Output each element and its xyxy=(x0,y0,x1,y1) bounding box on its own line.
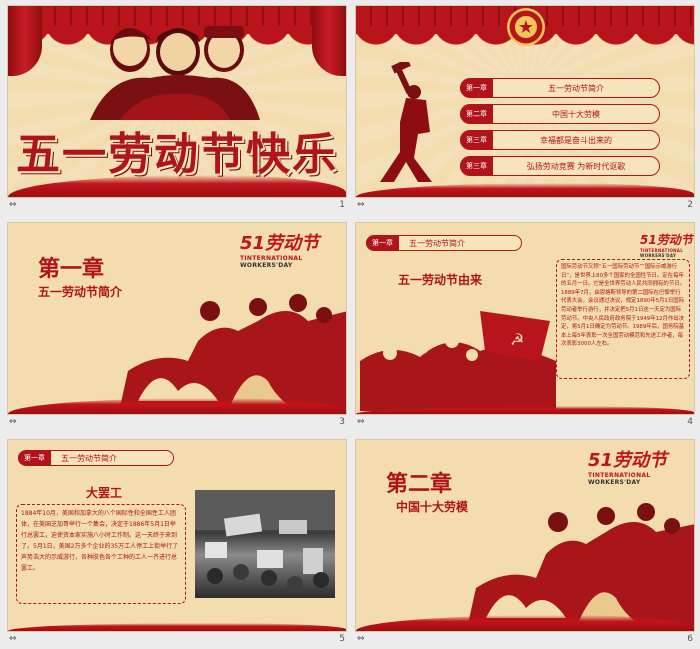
slide-number: 4 xyxy=(687,417,693,427)
menu-item-4[interactable]: 第三章 弘扬劳动竞赛 为新时代讴歌 xyxy=(460,156,660,176)
workers-day-logo: 51劳动节 TINTERNATIONAL WORKERS'DAY xyxy=(640,231,694,258)
star-emblem-icon: ★ xyxy=(507,8,545,46)
section-heading: 大罢工 xyxy=(86,486,123,500)
menu-item-text: 五一劳动节简介 xyxy=(548,83,604,93)
menu-item-2[interactable]: 第二章 中国十大劳模 xyxy=(460,104,660,124)
red-ribbon-ground xyxy=(356,615,694,631)
transition-icon[interactable]: ⇔ xyxy=(357,200,365,210)
chapter-title: 第一章 xyxy=(38,256,105,282)
slide-footer-2: ⇔ 2 xyxy=(355,199,695,215)
red-ribbon-ground xyxy=(8,623,346,631)
transition-icon[interactable]: ⇔ xyxy=(9,417,17,427)
slide-footer-1: ⇔ 1 xyxy=(7,199,347,215)
logo-sub-2: WORKERS'DAY xyxy=(240,262,293,269)
chapter-label: 第三章 xyxy=(460,157,493,175)
logo-main: 51劳动节 xyxy=(588,450,668,471)
logo-sub-2: WORKERS'DAY xyxy=(640,253,677,258)
section-tag-text: 五一劳动节简介 xyxy=(409,238,465,248)
chapter-label: 第二章 xyxy=(460,105,493,123)
slide-number: 2 xyxy=(687,200,693,210)
menu-item-text: 幸福都是奋斗出来的 xyxy=(540,135,612,145)
logo-sub-1: TINTERNATIONAL xyxy=(588,472,651,479)
logo-sub-2: WORKERS'DAY xyxy=(588,479,641,486)
chapter-label: 第一章 xyxy=(460,79,493,97)
chapter-title: 第二章 xyxy=(386,471,453,497)
chapter-label: 第一章 xyxy=(366,236,399,250)
marching-workers-illustration xyxy=(466,503,694,631)
slide-thumbnail-1[interactable]: 五一劳动节快乐 xyxy=(7,5,347,198)
menu-item-3[interactable]: 第三章 幸福都是奋斗出来的 xyxy=(460,130,660,150)
workers-day-logo: 51劳动节 TINTERNATIONAL WORKERS'DAY xyxy=(588,446,694,486)
slide-thumbnail-3[interactable]: 51劳动节 TINTERNATIONAL WORKERS'DAY 第一章 五一劳… xyxy=(7,222,347,415)
slide-thumbnail-5[interactable]: 第一章 五一劳动节简介 大罢工 1884年10月，美国和加拿大的八个国际性和全国… xyxy=(7,439,347,632)
slide-footer-4: ⇔ 4 xyxy=(355,416,695,432)
workers-day-logo: 51劳动节 TINTERNATIONAL WORKERS'DAY xyxy=(240,229,346,269)
chapter-subtitle: 中国十大劳模 xyxy=(396,500,469,514)
slide-thumbnail-6[interactable]: 51劳动节 TINTERNATIONAL WORKERS'DAY 第二章 中国十… xyxy=(355,439,695,632)
slide-footer-5: ⇔ 5 xyxy=(7,633,347,649)
flag-crowd-illustration: ☭ xyxy=(360,311,556,411)
protest-crowd-image xyxy=(195,490,335,592)
slide-thumbnail-4[interactable]: 第一章 五一劳动节简介 51劳动节 TINTERNATIONAL WORKERS… xyxy=(355,222,695,415)
marching-workers-illustration xyxy=(118,294,346,414)
svg-text:☭: ☭ xyxy=(510,330,524,349)
menu-item-1[interactable]: 第一章 五一劳动节简介 xyxy=(460,78,660,98)
menu-item-text: 弘扬劳动竞赛 为新时代讴歌 xyxy=(526,161,626,171)
history-text-box: 国际劳动节又称“五一国际劳动节”“国际示威游行日”，是世界上80多个国家的全国性… xyxy=(556,259,690,379)
slide-footer-6: ⇔ 6 xyxy=(355,633,695,649)
slide-number: 1 xyxy=(339,200,345,210)
slide-footer-3: ⇔ 3 xyxy=(7,416,347,432)
chapter-subtitle: 五一劳动节简介 xyxy=(38,285,123,299)
transition-icon[interactable]: ⇔ xyxy=(9,200,17,210)
section-tag-text: 五一劳动节简介 xyxy=(61,453,117,463)
slide-thumbnail-2[interactable]: ★ 第一章 五一劳动节简介 第二章 中国十大劳模 第三章 幸福都是奋斗出来的 第… xyxy=(355,5,695,198)
slide-number: 3 xyxy=(339,417,345,427)
chapter-label: 第三章 xyxy=(460,131,493,149)
logo-main: 51劳动节 xyxy=(240,233,320,254)
red-ribbon-ground xyxy=(8,398,346,414)
strike-text-box: 1884年10月，美国和加拿大的八个国际性和全国性工人团体，在美国芝加哥举行一个… xyxy=(16,504,186,604)
menu-item-text: 中国十大劳模 xyxy=(552,109,600,119)
transition-icon[interactable]: ⇔ xyxy=(357,417,365,427)
section-heading: 五一劳动节由来 xyxy=(398,273,483,287)
strike-protest-photo xyxy=(195,490,335,598)
logo-sub-1: TINTERNATIONAL xyxy=(240,255,303,262)
history-text: 国际劳动节又称“五一国际劳动节”“国际示威游行日”，是世界上80多个国家的全国性… xyxy=(561,264,685,348)
workers-portrait-illustration xyxy=(90,26,260,120)
hammer-worker-silhouette xyxy=(380,62,432,182)
chapter-label: 第一章 xyxy=(18,451,51,465)
logo-main: 51劳动节 xyxy=(640,233,693,247)
strike-text: 1884年10月，美国和加拿大的八个国际性和全国性工人团体，在美国芝加哥举行一个… xyxy=(21,510,179,572)
logo-sub: TINTERNATIONAL WORKERS'DAY xyxy=(240,255,346,269)
section-tag: 第一章 五一劳动节简介 xyxy=(18,450,174,466)
section-tag: 第一章 五一劳动节简介 xyxy=(366,235,522,251)
main-title: 五一劳动节快乐 xyxy=(16,129,338,180)
